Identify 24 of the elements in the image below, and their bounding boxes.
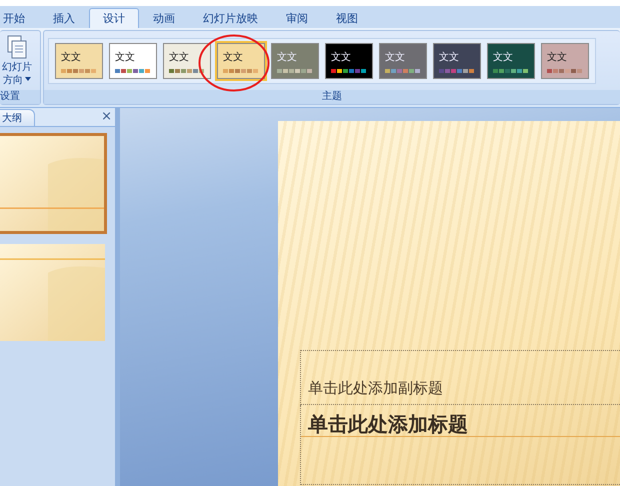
theme-thumbnail[interactable]: 文文 bbox=[325, 42, 373, 78]
close-button[interactable]: × bbox=[98, 110, 115, 126]
theme-thumbnail[interactable]: 文文 bbox=[433, 42, 481, 78]
ribbon-tab[interactable]: 插入 bbox=[39, 8, 89, 28]
group-label: 设置 bbox=[0, 90, 40, 104]
theme-thumbnail[interactable]: 文文 bbox=[109, 42, 157, 78]
slide-orientation-button[interactable]: 幻灯片 方向 bbox=[2, 34, 32, 86]
ribbon-tab[interactable]: 设计 bbox=[89, 8, 139, 28]
title-placeholder[interactable]: 单击此处添加标题 bbox=[308, 412, 468, 436]
subtitle-placeholder[interactable]: 单击此处添加副标题 bbox=[300, 350, 620, 405]
theme-thumbnail[interactable]: 文文 bbox=[55, 42, 103, 78]
theme-thumbnail[interactable]: 文文 bbox=[217, 42, 265, 78]
theme-thumbnail[interactable]: 文文 bbox=[379, 42, 427, 78]
ribbon-tab[interactable]: 开始 bbox=[0, 8, 39, 28]
group-label: 主题 bbox=[44, 90, 620, 104]
theme-thumbnail[interactable]: 文文 bbox=[271, 42, 319, 78]
theme-thumbnail[interactable]: 文文 bbox=[487, 42, 535, 78]
theme-thumbnail[interactable]: 文文 bbox=[163, 42, 211, 78]
ribbon-tab[interactable]: 视图 bbox=[322, 8, 372, 28]
outline-tab[interactable]: 大纲 bbox=[0, 109, 35, 126]
ribbon-tab[interactable]: 动画 bbox=[139, 8, 189, 28]
ribbon-tab[interactable]: 审阅 bbox=[272, 8, 322, 28]
theme-thumbnail[interactable]: 文文 bbox=[541, 42, 589, 78]
ribbon-tab[interactable]: 幻灯片放映 bbox=[189, 8, 272, 28]
